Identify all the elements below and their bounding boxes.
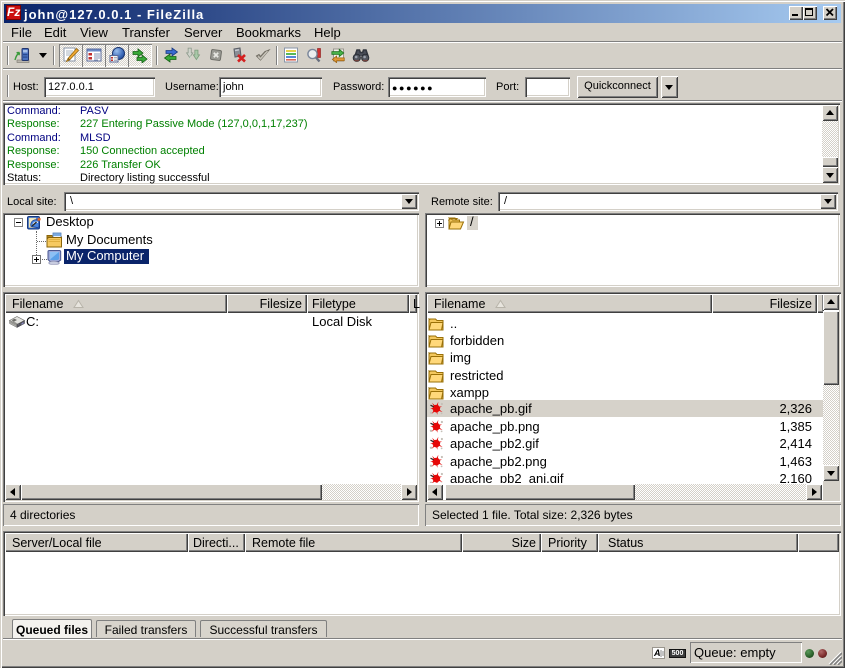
- svg-text:A: A: [653, 648, 661, 658]
